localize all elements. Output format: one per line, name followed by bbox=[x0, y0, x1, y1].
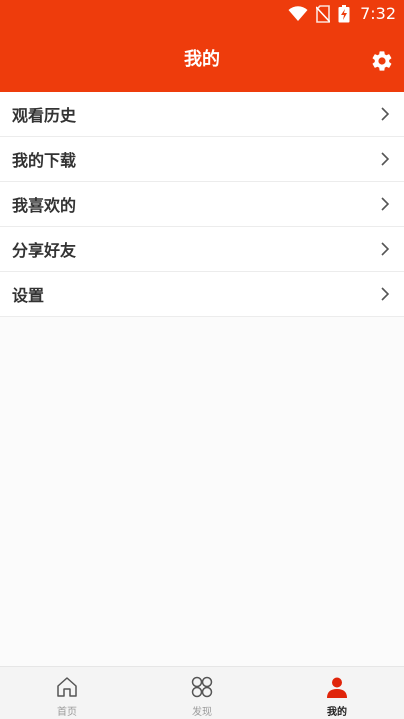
no-sim-icon bbox=[316, 5, 331, 23]
menu-item-label: 设置 bbox=[12, 286, 45, 305]
profile-menu-list: 观看历史 我的下载 我喜欢的 分享好友 设置 bbox=[0, 92, 404, 317]
user-icon bbox=[327, 677, 347, 698]
status-time: 7:32 bbox=[360, 4, 396, 23]
chevron-right-icon bbox=[381, 152, 390, 166]
home-icon bbox=[57, 677, 77, 697]
tab-label: 我的 bbox=[327, 707, 347, 718]
chevron-right-icon bbox=[381, 107, 390, 121]
chevron-right-icon bbox=[381, 242, 390, 256]
menu-item-my-downloads[interactable]: 我的下载 bbox=[0, 137, 404, 182]
chevron-right-icon bbox=[381, 287, 390, 301]
chevron-right-icon bbox=[381, 197, 390, 211]
menu-item-settings[interactable]: 设置 bbox=[0, 272, 404, 317]
battery-charging-icon bbox=[338, 5, 350, 23]
menu-item-watch-history[interactable]: 观看历史 bbox=[0, 92, 404, 137]
wifi-icon bbox=[288, 6, 308, 21]
menu-item-label: 分享好友 bbox=[12, 241, 77, 260]
gear-icon[interactable] bbox=[370, 49, 394, 73]
tab-me[interactable]: 我的 bbox=[270, 667, 404, 719]
bottom-tab-bar: 首页 发现 我的 bbox=[0, 666, 404, 719]
tab-label: 发现 bbox=[192, 707, 212, 718]
status-icons: 7:32 bbox=[288, 4, 396, 24]
menu-item-my-favorites[interactable]: 我喜欢的 bbox=[0, 182, 404, 227]
status-bar: 7:32 bbox=[0, 0, 404, 28]
menu-item-share-friends[interactable]: 分享好友 bbox=[0, 227, 404, 272]
tab-label: 首页 bbox=[57, 707, 77, 718]
app-bar: 我的 bbox=[0, 28, 404, 92]
tab-discover[interactable]: 发现 bbox=[135, 667, 269, 719]
page-title: 我的 bbox=[184, 49, 220, 70]
menu-item-label: 我喜欢的 bbox=[12, 196, 77, 215]
tab-home[interactable]: 首页 bbox=[0, 667, 134, 719]
menu-item-label: 我的下载 bbox=[12, 151, 77, 170]
discover-icon bbox=[191, 676, 213, 698]
menu-item-label: 观看历史 bbox=[12, 106, 77, 125]
